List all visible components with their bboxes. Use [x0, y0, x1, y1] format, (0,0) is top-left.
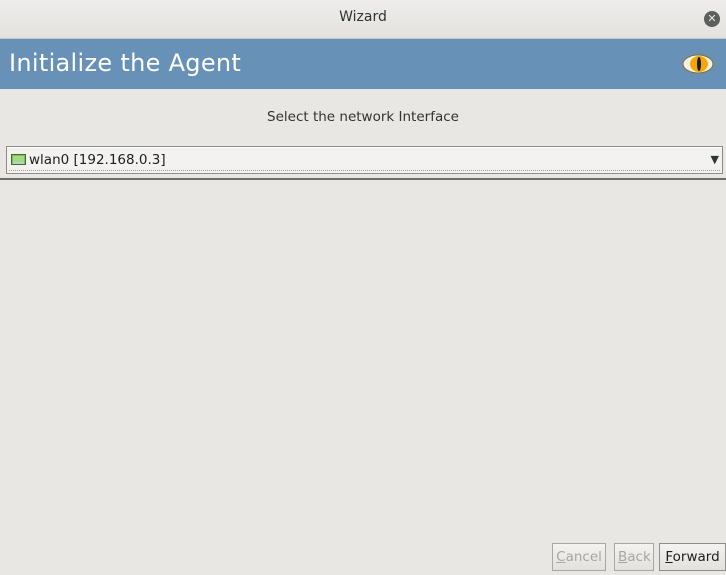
- chevron-down-icon[interactable]: ▼: [711, 153, 719, 166]
- close-icon: ✕: [707, 12, 717, 25]
- divider: [0, 178, 726, 180]
- page-title: Initialize the Agent: [9, 49, 242, 77]
- header-banner: Initialize the Agent: [0, 39, 726, 89]
- cat-eye-icon: [682, 54, 714, 74]
- forward-label: orward: [672, 549, 720, 565]
- cancel-button[interactable]: Cancel: [552, 543, 606, 571]
- forward-mnemonic: F: [665, 549, 673, 565]
- cancel-mnemonic: C: [556, 549, 566, 565]
- back-label: ack: [627, 549, 651, 565]
- back-mnemonic: B: [618, 549, 628, 565]
- close-button[interactable]: ✕: [704, 11, 720, 27]
- network-card-icon: [11, 154, 26, 165]
- network-interface-select[interactable]: wlan0 [192.168.0.3] ▼: [6, 146, 723, 174]
- forward-button[interactable]: Forward: [659, 543, 726, 571]
- selected-interface: wlan0 [192.168.0.3]: [29, 152, 166, 168]
- window-title: Wizard: [339, 9, 387, 25]
- select-interface-prompt: Select the network Interface: [267, 109, 459, 125]
- back-button[interactable]: Back: [614, 543, 654, 571]
- cancel-label: ancel: [565, 549, 602, 565]
- window-titlebar[interactable]: Wizard ✕: [0, 0, 726, 39]
